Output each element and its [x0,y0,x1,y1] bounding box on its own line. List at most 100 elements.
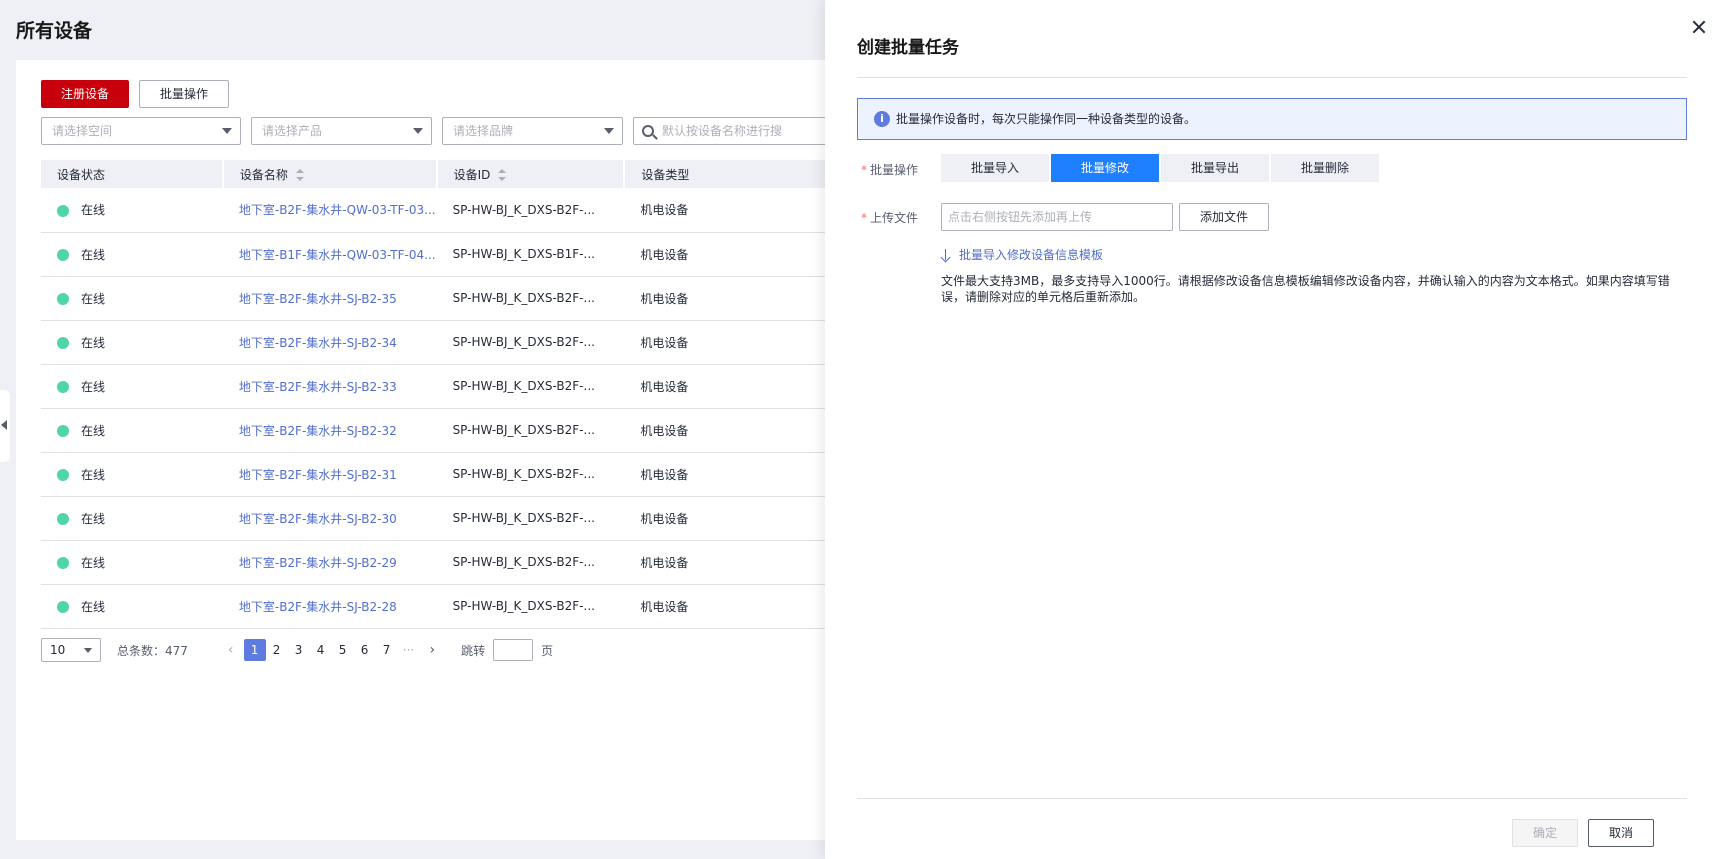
device-name-link[interactable]: 地下室-B1F-集水井-QW-03-TF-04... [239,248,436,262]
id-cell: SP-HW-BJ_K_DXS-B2F-... [436,364,625,409]
product-select-placeholder: 请选择产品 [262,124,323,138]
segment-export[interactable]: 批量导出 [1161,154,1269,182]
chevron-down-icon [413,128,423,134]
online-dot-icon [57,293,69,305]
product-select[interactable]: 请选择产品 [251,117,432,145]
download-template-link[interactable]: 批量导入修改设备信息模板 [941,246,1103,263]
sort-icon[interactable] [498,169,507,181]
close-icon[interactable] [1692,20,1706,34]
device-name-link[interactable]: 地下室-B2F-集水井-SJ-B2-29 [239,556,397,570]
page-button-7[interactable]: 7 [376,639,398,661]
table-row: 在线 地下室-B2F-集水井-QW-03-TF-03... SP-HW-BJ_K… [41,188,860,233]
table-row: 在线 地下室-B2F-集水井-SJ-B2-35 SP-HW-BJ_K_DXS-B… [41,276,860,321]
page-size-select[interactable]: 10 [41,638,101,662]
download-icon [941,249,951,261]
pagination: 10 总条数：477 ‹ 1 2 3 4 5 6 7 ··· › 跳转 页 [41,638,553,662]
online-dot-icon [57,469,69,481]
device-name-link[interactable]: 地下室-B2F-集水井-SJ-B2-35 [239,292,397,306]
chevron-down-icon [604,128,614,134]
segment-modify[interactable]: 批量修改 [1051,154,1159,182]
id-cell: SP-HW-BJ_K_DXS-B2F-... [436,276,625,321]
online-dot-icon [57,381,69,393]
divider [857,77,1687,78]
search-input[interactable]: 默认按设备名称进行搜 [633,117,833,145]
page-button-3[interactable]: 3 [288,639,310,661]
page-button-2[interactable]: 2 [266,639,288,661]
device-name-link[interactable]: 地下室-B2F-集水井-SJ-B2-31 [239,468,397,482]
status-cell: 在线 [41,452,223,497]
name-cell[interactable]: 地下室-B2F-集水井-SJ-B2-28 [222,584,437,629]
id-cell: SP-HW-BJ_K_DXS-B2F-... [436,320,625,365]
device-name-link[interactable]: 地下室-B2F-集水井-SJ-B2-30 [239,512,397,526]
page-button-6[interactable]: 6 [354,639,376,661]
header-id[interactable]: 设备ID [436,160,626,188]
prev-page-button[interactable]: ‹ [228,642,234,658]
page-title: 所有设备 [16,20,93,42]
page-ellipsis[interactable]: ··· [398,639,420,661]
register-device-button[interactable]: 注册设备 [41,80,130,108]
page-button-5[interactable]: 5 [332,639,354,661]
segment-import[interactable]: 批量导入 [941,154,1049,182]
name-cell[interactable]: 地下室-B1F-集水井-QW-03-TF-04... [222,232,437,277]
page-button-4[interactable]: 4 [310,639,332,661]
id-cell: SP-HW-BJ_K_DXS-B2F-... [436,540,625,585]
header-status: 设备状态 [41,160,224,188]
status-cell: 在线 [41,320,223,365]
batch-task-drawer: 创建批量任务 i 批量操作设备时，每次只能操作同一种设备类型的设备。 * 批量操作… [825,0,1724,859]
brand-select-placeholder: 请选择品牌 [453,124,514,138]
jump-label: 跳转 [461,643,486,658]
upload-hint: 文件最大支持3MB，最多支持导入1000行。请根据修改设备信息模板编辑修改设备内… [941,274,1670,304]
device-name-link[interactable]: 地下室-B2F-集水井-QW-03-TF-03... [239,203,436,217]
status-cell: 在线 [41,540,223,585]
name-cell[interactable]: 地下室-B2F-集水井-SJ-B2-30 [222,496,437,541]
name-cell[interactable]: 地下室-B2F-集水井-SJ-B2-29 [222,540,437,585]
name-cell[interactable]: 地下室-B2F-集水井-QW-03-TF-03... [222,188,437,233]
segment-delete[interactable]: 批量删除 [1271,154,1379,182]
name-cell[interactable]: 地下室-B2F-集水井-SJ-B2-31 [222,452,437,497]
upload-file-input[interactable]: 点击右侧按钮先添加再上传 [941,203,1173,231]
status-cell: 在线 [41,584,223,629]
info-alert: i 批量操作设备时，每次只能操作同一种设备类型的设备。 [857,98,1687,140]
status-cell: 在线 [41,276,223,321]
search-placeholder: 默认按设备名称进行搜 [662,124,783,138]
name-cell[interactable]: 地下室-B2F-集水井-SJ-B2-34 [222,320,437,365]
confirm-button[interactable]: 确定 [1512,819,1578,847]
jump-page-input[interactable] [493,639,534,661]
space-select[interactable]: 请选择空间 [41,117,241,145]
toolbar: 注册设备 批量操作 [41,80,230,108]
brand-select[interactable]: 请选择品牌 [442,117,623,145]
online-dot-icon [57,249,69,261]
chevron-down-icon [222,128,232,134]
table-row: 在线 地下室-B2F-集水井-SJ-B2-33 SP-HW-BJ_K_DXS-B… [41,364,860,409]
next-page-button[interactable]: › [430,642,436,658]
online-dot-icon [57,425,69,437]
table-row: 在线 地下室-B2F-集水井-SJ-B2-28 SP-HW-BJ_K_DXS-B… [41,584,860,629]
sort-icon[interactable] [295,169,304,181]
page-button-1[interactable]: 1 [243,639,266,661]
device-name-link[interactable]: 地下室-B2F-集水井-SJ-B2-33 [239,380,397,394]
batch-op-label: * 批量操作 [861,163,919,177]
header-name[interactable]: 设备名称 [222,160,438,188]
batch-operation-button[interactable]: 批量操作 [139,80,230,108]
search-icon [642,125,654,137]
online-dot-icon [57,513,69,525]
id-cell: SP-HW-BJ_K_DXS-B2F-... [436,496,625,541]
page-suffix: 页 [541,643,554,658]
table-row: 在线 地下室-B2F-集水井-SJ-B2-32 SP-HW-BJ_K_DXS-B… [41,408,860,453]
status-cell: 在线 [41,496,223,541]
name-cell[interactable]: 地下室-B2F-集水井-SJ-B2-33 [222,364,437,409]
filter-bar: 请选择空间 请选择产品 请选择品牌 默认按设备名称进行搜 [41,117,833,145]
cancel-button[interactable]: 取消 [1588,819,1654,847]
device-name-link[interactable]: 地下室-B2F-集水井-SJ-B2-32 [239,424,397,438]
status-cell: 在线 [41,408,223,453]
name-cell[interactable]: 地下室-B2F-集水井-SJ-B2-32 [222,408,437,453]
device-name-link[interactable]: 地下室-B2F-集水井-SJ-B2-28 [239,600,397,614]
collapse-handle[interactable] [0,390,10,462]
online-dot-icon [57,337,69,349]
batch-op-segments: 批量导入 批量修改 批量导出 批量删除 [941,154,1379,182]
table-row: 在线 地下室-B2F-集水井-SJ-B2-30 SP-HW-BJ_K_DXS-B… [41,496,860,541]
status-cell: 在线 [41,188,223,233]
name-cell[interactable]: 地下室-B2F-集水井-SJ-B2-35 [222,276,437,321]
device-name-link[interactable]: 地下室-B2F-集水井-SJ-B2-34 [239,336,397,350]
add-file-button[interactable]: 添加文件 [1179,203,1269,231]
